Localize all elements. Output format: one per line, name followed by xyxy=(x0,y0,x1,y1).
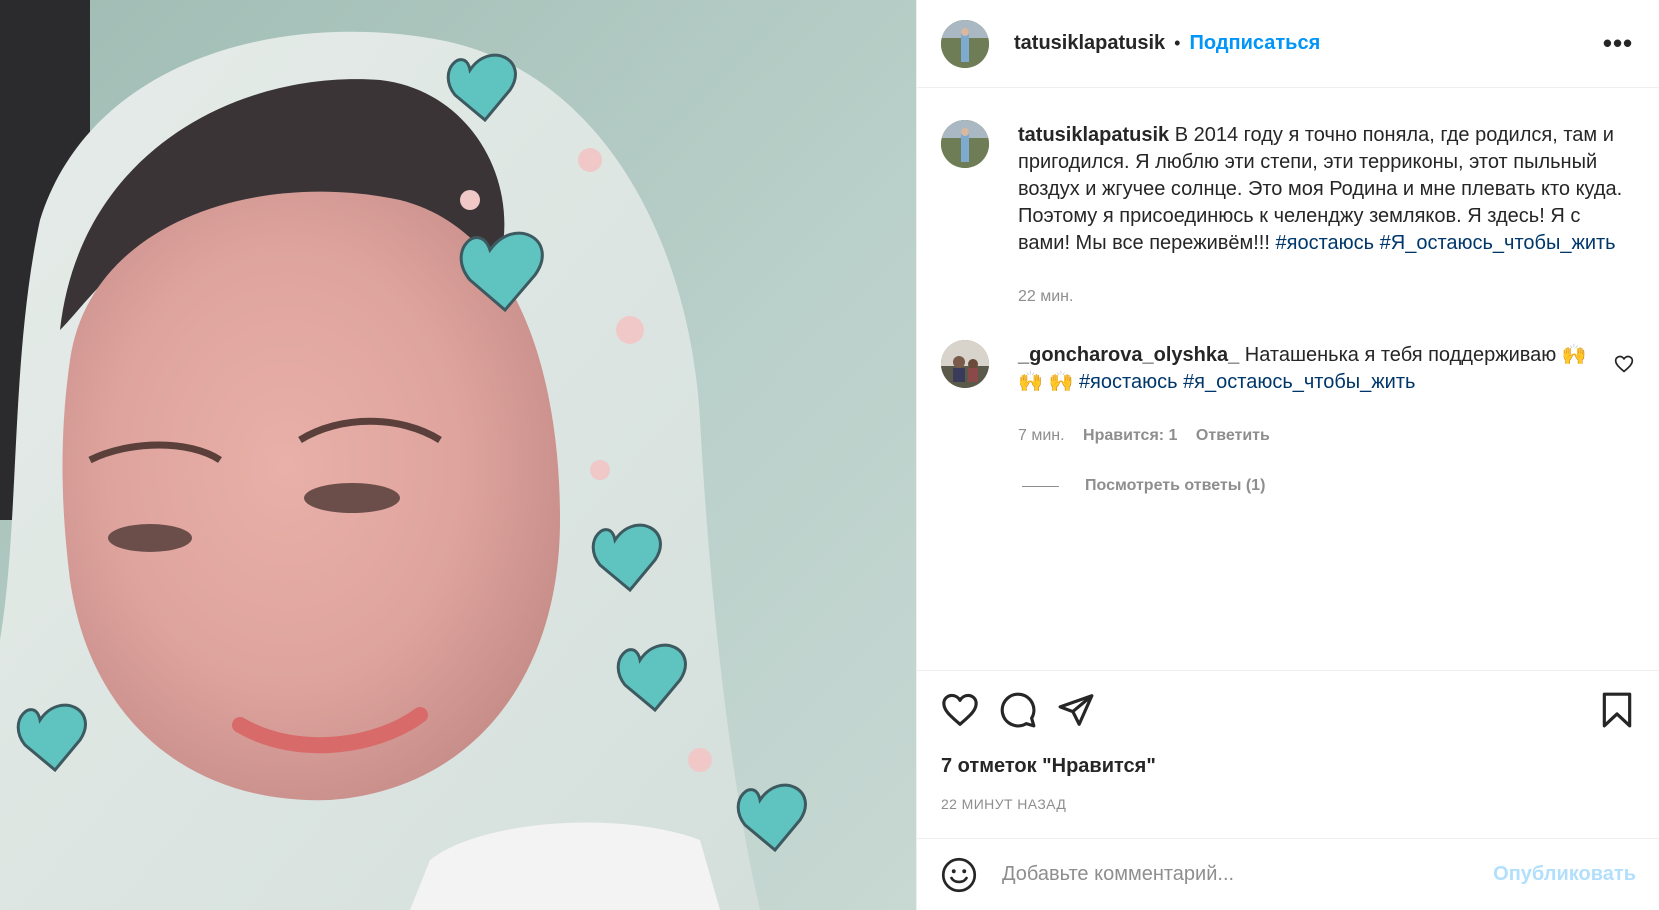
comment-input[interactable] xyxy=(1000,862,1480,887)
post-image xyxy=(0,0,916,910)
add-comment-form: Опубликовать xyxy=(917,838,1659,910)
view-replies-button[interactable]: Посмотреть ответы (1) xyxy=(1018,477,1636,495)
comment-hashtag-2[interactable]: #я_остаюсь_чтобы_жить xyxy=(1183,371,1415,393)
action-bar xyxy=(941,691,1636,731)
author-avatar[interactable] xyxy=(941,19,989,68)
comment-username[interactable]: _goncharova_olyshka_ xyxy=(1018,344,1239,366)
comment-like-heart-icon[interactable] xyxy=(1614,354,1634,374)
caption-time[interactable]: 22 мин. xyxy=(1018,288,1073,305)
follow-button[interactable]: Подписаться xyxy=(1189,32,1320,55)
commenter-avatar[interactable] xyxy=(941,340,989,388)
caption-hashtag-2[interactable]: #Я_остаюсь_чтобы_жить xyxy=(1380,232,1616,254)
author-username[interactable]: tatusiklapatusik xyxy=(1014,32,1165,55)
emoji-icon[interactable] xyxy=(941,857,977,893)
post-header: tatusiklapatusik • Подписаться ••• xyxy=(917,0,1659,88)
avatar-image xyxy=(941,19,989,68)
caption-meta: 22 мин. xyxy=(1018,283,1636,310)
separator-dot: • xyxy=(1174,33,1181,53)
post-time[interactable]: 22 МИНУТ НАЗАД xyxy=(941,796,1066,812)
comment-body: _goncharova_olyshka_ Наташенька я тебя п… xyxy=(1018,342,1603,449)
publish-button[interactable]: Опубликовать xyxy=(1493,863,1636,886)
comment-icon[interactable] xyxy=(999,691,1037,729)
post: tatusiklapatusik • Подписаться ••• tatus… xyxy=(0,0,1659,910)
post-photo[interactable] xyxy=(0,0,916,910)
comment-meta: 7 мин. Нравится: 1 Ответить xyxy=(1018,422,1603,449)
caption-body: tatusiklapatusik В 2014 году я точно пон… xyxy=(1018,122,1636,310)
likes-count[interactable]: 7 отметок "Нравится" xyxy=(941,755,1156,778)
replies-divider xyxy=(1022,485,1059,487)
like-heart-icon[interactable] xyxy=(941,691,979,729)
caption-hashtag-1[interactable]: #яостаюсь xyxy=(1276,232,1375,254)
comments-section[interactable]: tatusiklapatusik В 2014 году я точно пон… xyxy=(917,88,1659,670)
comment: _goncharova_olyshka_ Наташенька я тебя п… xyxy=(941,340,1636,449)
more-options-icon[interactable]: ••• xyxy=(1600,28,1636,59)
comment-likes[interactable]: Нравится: 1 xyxy=(1083,427,1177,444)
actions-section: 7 отметок "Нравится" 22 МИНУТ НАЗАД xyxy=(917,670,1659,838)
comment-time[interactable]: 7 мин. xyxy=(1018,427,1065,444)
avatar-image xyxy=(941,340,989,388)
reply-button[interactable]: Ответить xyxy=(1196,427,1270,444)
caption-username[interactable]: tatusiklapatusik xyxy=(1018,124,1169,146)
bookmark-icon[interactable] xyxy=(1598,691,1636,729)
view-replies-label: Посмотреть ответы (1) xyxy=(1085,477,1266,494)
share-icon[interactable] xyxy=(1057,691,1095,729)
post-panel: tatusiklapatusik • Подписаться ••• tatus… xyxy=(916,0,1659,910)
caption: tatusiklapatusik В 2014 году я точно пон… xyxy=(941,120,1636,310)
avatar-image xyxy=(941,120,989,168)
caption-avatar[interactable] xyxy=(941,120,989,168)
comment-hashtag-1[interactable]: #яостаюсь xyxy=(1079,371,1178,393)
